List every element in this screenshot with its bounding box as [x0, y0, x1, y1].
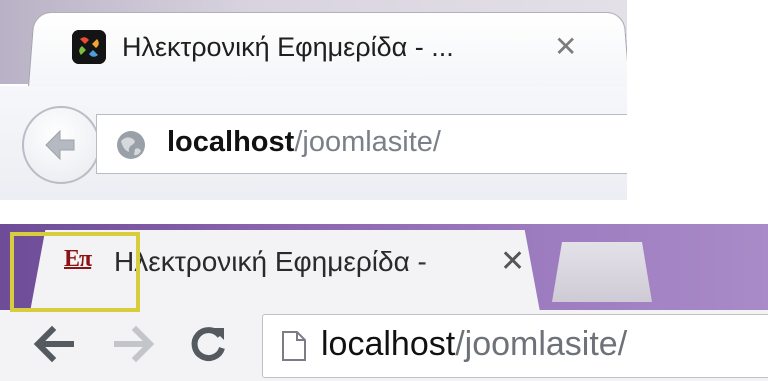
reload-icon[interactable]	[186, 322, 230, 366]
back-arrow-icon	[45, 129, 75, 161]
back-button[interactable]	[22, 106, 100, 184]
address-bar[interactable]: localhost/joomlasite/	[262, 314, 768, 378]
close-tab-icon[interactable]: ✕	[500, 244, 525, 279]
url-text: localhost/joomlasite/	[167, 126, 441, 159]
comparison-screenshot: Ηλεκτρονική Εφημερίδα - ... ✕ localhost/…	[0, 0, 768, 381]
url-host: localhost	[167, 126, 295, 158]
url-path: /joomlasite/	[455, 325, 628, 363]
page-icon	[282, 331, 306, 361]
title-fade	[420, 242, 490, 282]
tab-title: Ηλεκτρονική Εφημερίδα - ...	[122, 32, 454, 62]
url-text: localhost/joomlasite/	[321, 325, 627, 364]
forward-arrow-icon[interactable]	[110, 324, 158, 364]
globe-icon	[117, 131, 145, 159]
browser-window-old: Ηλεκτρονική Εφημερίδα - ... ✕ localhost/…	[0, 0, 627, 200]
address-bar[interactable]: localhost/joomlasite/	[96, 114, 627, 174]
new-tab-button[interactable]	[552, 242, 652, 302]
close-tab-icon[interactable]: ✕	[554, 30, 577, 63]
favicon-highlight-box	[10, 232, 140, 312]
back-arrow-icon[interactable]	[30, 324, 78, 364]
url-path: /joomlasite/	[294, 126, 441, 158]
url-host: localhost	[321, 325, 456, 363]
active-tab-content[interactable]: Ηλεκτρονική Εφημερίδα - ... ✕	[72, 26, 592, 66]
joomla-logo-icon	[72, 30, 106, 64]
